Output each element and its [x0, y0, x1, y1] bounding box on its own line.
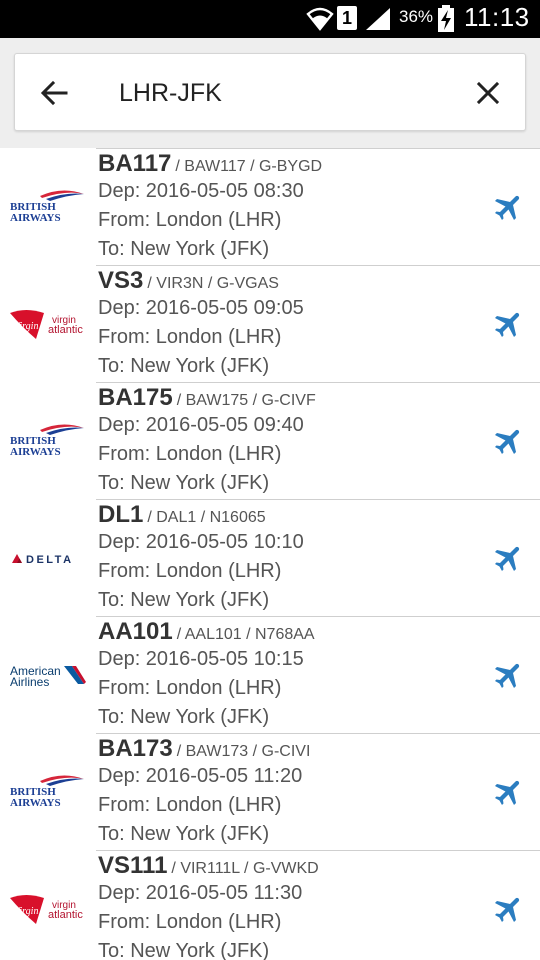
flight-ids: / DAL1 / N16065 — [147, 509, 266, 526]
flight-row[interactable]: BRITISH AIRWAYS BA173/ BAW173 / G-CIVI D… — [0, 733, 540, 850]
origin: From: London (LHR) — [98, 209, 282, 231]
destination: To: New York (JFK) — [98, 706, 270, 728]
flight-row[interactable]: DELTA DL1/ DAL1 / N16065 Dep: 2016-05-05… — [0, 499, 540, 616]
departure-time: Dep: 2016-05-05 11:20 — [98, 765, 303, 787]
flight-title: AA101/ AAL101 / N768AA — [98, 618, 315, 646]
flight-number: BA173 — [98, 735, 173, 762]
flight-ids: / BAW117 / G-BYGD — [175, 158, 323, 175]
origin: From: London (LHR) — [98, 560, 282, 582]
clock: 11:13 — [464, 2, 530, 32]
arrow-left-icon[interactable] — [39, 78, 69, 108]
virgin-atlantic-logo: Virgin virgin atlantic — [10, 895, 83, 924]
destination: To: New York (JFK) — [98, 589, 270, 611]
row-divider — [96, 382, 540, 383]
origin: From: London (LHR) — [98, 326, 282, 348]
departure-time: Dep: 2016-05-05 09:40 — [98, 414, 304, 436]
destination: To: New York (JFK) — [98, 238, 270, 260]
logo-text: AIRWAYS — [10, 797, 61, 809]
destination: To: New York (JFK) — [98, 823, 270, 845]
airplane-icon[interactable] — [492, 541, 526, 575]
search-input[interactable] — [119, 76, 449, 110]
origin: From: London (LHR) — [98, 677, 282, 699]
close-icon[interactable] — [473, 78, 503, 108]
destination: To: New York (JFK) — [98, 472, 270, 494]
battery-percent: 36% — [399, 7, 434, 26]
flight-row[interactable]: BRITISH AIRWAYS BA175/ BAW175 / G-CIVF D… — [0, 382, 540, 499]
flight-ids: / BAW173 / G-CIVI — [176, 743, 311, 760]
battery-charging-icon — [438, 5, 454, 32]
flight-ids: / VIR3N / G-VGAS — [147, 275, 279, 292]
logo-text: DELTA — [26, 554, 74, 566]
flight-title: BA117/ BAW117 / G-BYGD — [98, 150, 322, 178]
logo-text: Virgin — [14, 321, 38, 332]
flight-row[interactable]: American Airlines AA101/ AAL101 / N768AA… — [0, 616, 540, 733]
logo-text: atlantic — [48, 324, 83, 336]
row-divider — [96, 499, 540, 500]
flight-ids: / BAW175 / G-CIVF — [176, 392, 316, 409]
flight-title: BA175/ BAW175 / G-CIVF — [98, 384, 316, 412]
logo-text: Virgin — [14, 906, 38, 917]
row-divider — [96, 148, 540, 149]
flight-number: AA101 — [98, 618, 173, 645]
search-box — [14, 53, 526, 131]
destination: To: New York (JFK) — [98, 940, 270, 960]
flight-row[interactable]: Virgin virgin atlantic VS111/ VIR111L / … — [0, 850, 540, 960]
status-bar: 1 36% 11:13 — [0, 0, 540, 38]
flight-number: BA175 — [98, 384, 173, 411]
flight-title: DL1/ DAL1 / N16065 — [98, 501, 266, 529]
logo-text: AIRWAYS — [10, 212, 61, 224]
airplane-icon[interactable] — [492, 892, 526, 926]
flight-list[interactable]: BRITISH AIRWAYS BA117/ BAW117 / G-BYGD D… — [0, 148, 540, 960]
virgin-atlantic-logo: Virgin virgin atlantic — [10, 310, 83, 339]
flight-number: VS3 — [98, 267, 144, 294]
logo-text: AIRWAYS — [10, 446, 61, 458]
delta-logo: DELTA — [12, 554, 74, 566]
logo-text: Airlines — [10, 675, 49, 689]
wifi-icon — [306, 7, 334, 31]
airplane-icon[interactable] — [492, 424, 526, 458]
origin: From: London (LHR) — [98, 911, 282, 933]
row-divider — [96, 265, 540, 266]
departure-time: Dep: 2016-05-05 08:30 — [98, 180, 304, 202]
departure-time: Dep: 2016-05-05 09:05 — [98, 297, 304, 319]
row-divider — [96, 733, 540, 734]
flight-title: VS111/ VIR111L / G-VWKD — [98, 852, 319, 880]
flight-number: DL1 — [98, 501, 144, 528]
origin: From: London (LHR) — [98, 794, 282, 816]
flight-ids: / AAL101 / N768AA — [176, 626, 315, 643]
flight-title: VS3/ VIR3N / G-VGAS — [98, 267, 279, 295]
airplane-icon[interactable] — [492, 190, 526, 224]
british-airways-logo: BRITISH AIRWAYS — [10, 424, 84, 458]
search-bar-area — [0, 38, 540, 148]
airplane-icon[interactable] — [492, 658, 526, 692]
departure-time: Dep: 2016-05-05 11:30 — [98, 882, 303, 904]
departure-time: Dep: 2016-05-05 10:15 — [98, 648, 304, 670]
destination: To: New York (JFK) — [98, 355, 270, 377]
flight-row[interactable]: Virgin virgin atlantic VS3/ VIR3N / G-VG… — [0, 265, 540, 382]
british-airways-logo: BRITISH AIRWAYS — [10, 775, 84, 809]
row-divider — [96, 616, 540, 617]
flight-title: BA173/ BAW173 / G-CIVI — [98, 735, 310, 763]
flight-row[interactable]: BRITISH AIRWAYS BA117/ BAW117 / G-BYGD D… — [0, 148, 540, 265]
departure-time: Dep: 2016-05-05 10:10 — [98, 531, 304, 553]
row-divider — [96, 850, 540, 851]
airplane-icon[interactable] — [492, 307, 526, 341]
flight-number: BA117 — [98, 150, 172, 177]
airplane-icon[interactable] — [492, 775, 526, 809]
flight-number: VS111 — [98, 852, 168, 879]
origin: From: London (LHR) — [98, 443, 282, 465]
signal-icon — [366, 8, 390, 30]
british-airways-logo: BRITISH AIRWAYS — [10, 190, 84, 224]
flight-ids: / VIR111L / G-VWKD — [171, 860, 319, 877]
sim-indicator: 1 — [337, 6, 357, 30]
logo-text: atlantic — [48, 909, 83, 921]
american-airlines-logo: American Airlines — [10, 664, 86, 689]
